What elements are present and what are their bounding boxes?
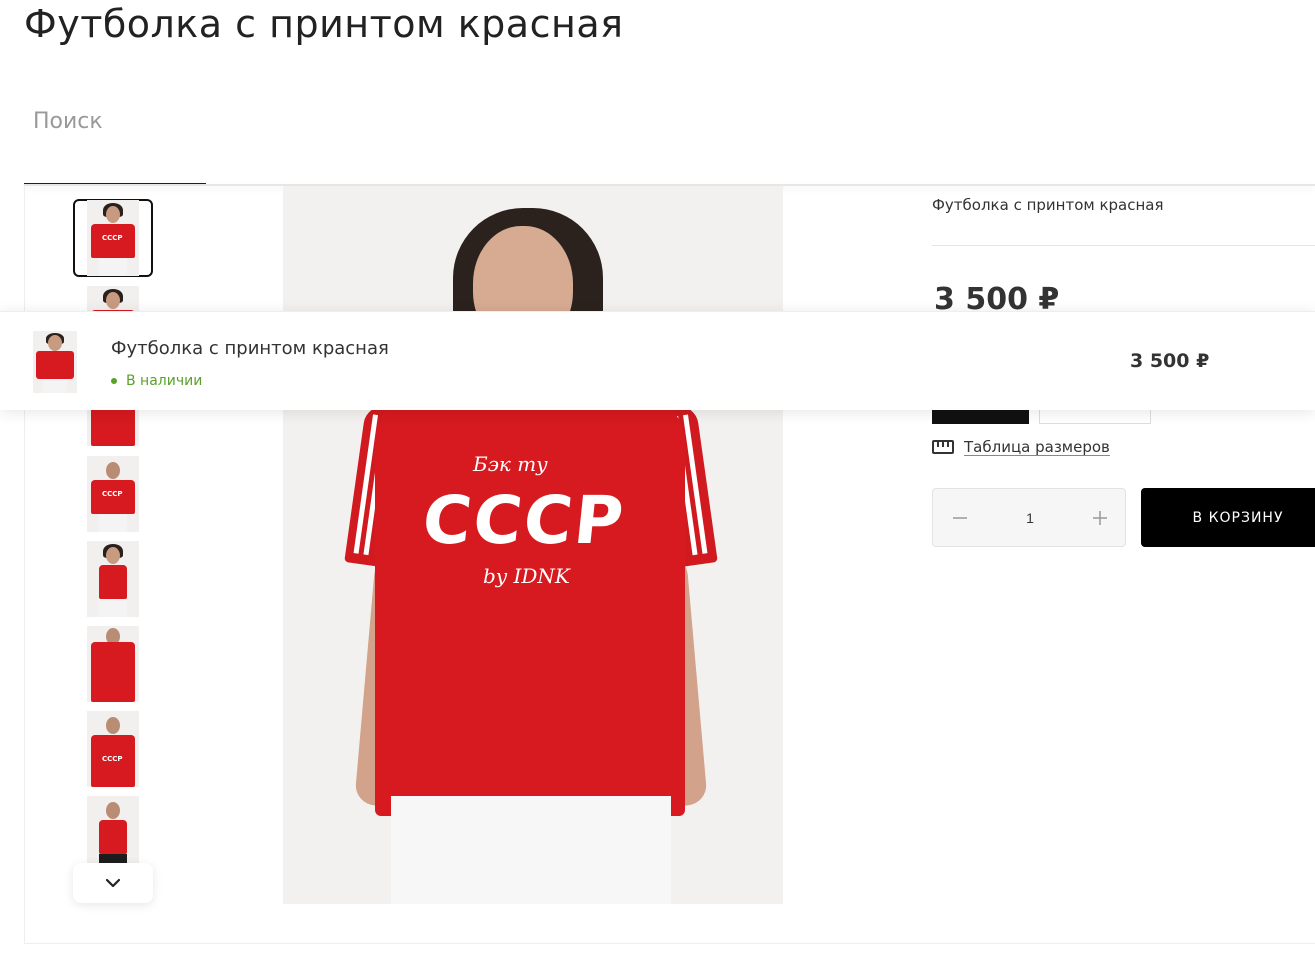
thumbnail-image <box>87 796 139 872</box>
quantity-decrease-button[interactable] <box>945 503 975 533</box>
info-divider <box>932 245 1315 246</box>
in-stock-dot-icon <box>111 378 117 384</box>
thumbnail-image <box>87 626 139 702</box>
thumbnail-image: СССР <box>87 200 139 276</box>
stock-status: В наличии <box>111 373 202 389</box>
thumbnail-5[interactable] <box>73 540 153 618</box>
add-to-cart-button[interactable]: В КОРЗИНУ <box>1141 488 1315 547</box>
thumbnail-8[interactable] <box>73 795 153 873</box>
thumbnail-6[interactable] <box>73 625 153 703</box>
minus-icon <box>953 517 967 519</box>
shirt-print-bottom: by IDNK <box>483 564 570 588</box>
quantity-input[interactable] <box>1003 503 1057 533</box>
sticky-product-bar: Футболка с принтом красная В наличии 3 5… <box>0 311 1315 410</box>
sticky-bar-product-name: Футболка с принтом красная <box>111 338 389 359</box>
product-name: Футболка с принтом красная <box>932 196 1164 214</box>
shirt-print-main: СССР <box>418 482 629 559</box>
quantity-stepper <box>932 488 1126 547</box>
page-title: Футболка с принтом красная <box>24 2 624 46</box>
search-bar <box>24 86 206 186</box>
quantity-increase-button[interactable] <box>1085 503 1115 533</box>
search-input[interactable] <box>24 86 206 184</box>
thumbnail-1[interactable]: СССР <box>73 199 153 277</box>
thumbnail-4[interactable]: СССР <box>73 455 153 533</box>
main-product-image[interactable]: Бэк ту СССР by IDNK <box>283 186 783 904</box>
stock-status-label: В наличии <box>126 373 203 389</box>
thumbnail-image: СССР <box>87 456 139 532</box>
size-table-link[interactable]: Таблица размеров <box>932 438 1110 456</box>
thumbnail-image <box>87 541 139 617</box>
ruler-icon <box>932 440 954 454</box>
size-table-label: Таблица размеров <box>964 438 1110 456</box>
sticky-bar-price: 3 500 ₽ <box>1130 350 1210 372</box>
plus-icon <box>1093 511 1107 525</box>
shirt-print-top: Бэк ту <box>473 452 548 476</box>
sticky-bar-thumbnail <box>33 331 77 393</box>
thumbnail-7[interactable]: СССР <box>73 710 153 788</box>
thumbnails-scroll-down-button[interactable] <box>73 863 153 903</box>
chevron-down-icon <box>105 878 121 888</box>
thumbnail-image: СССР <box>87 711 139 787</box>
